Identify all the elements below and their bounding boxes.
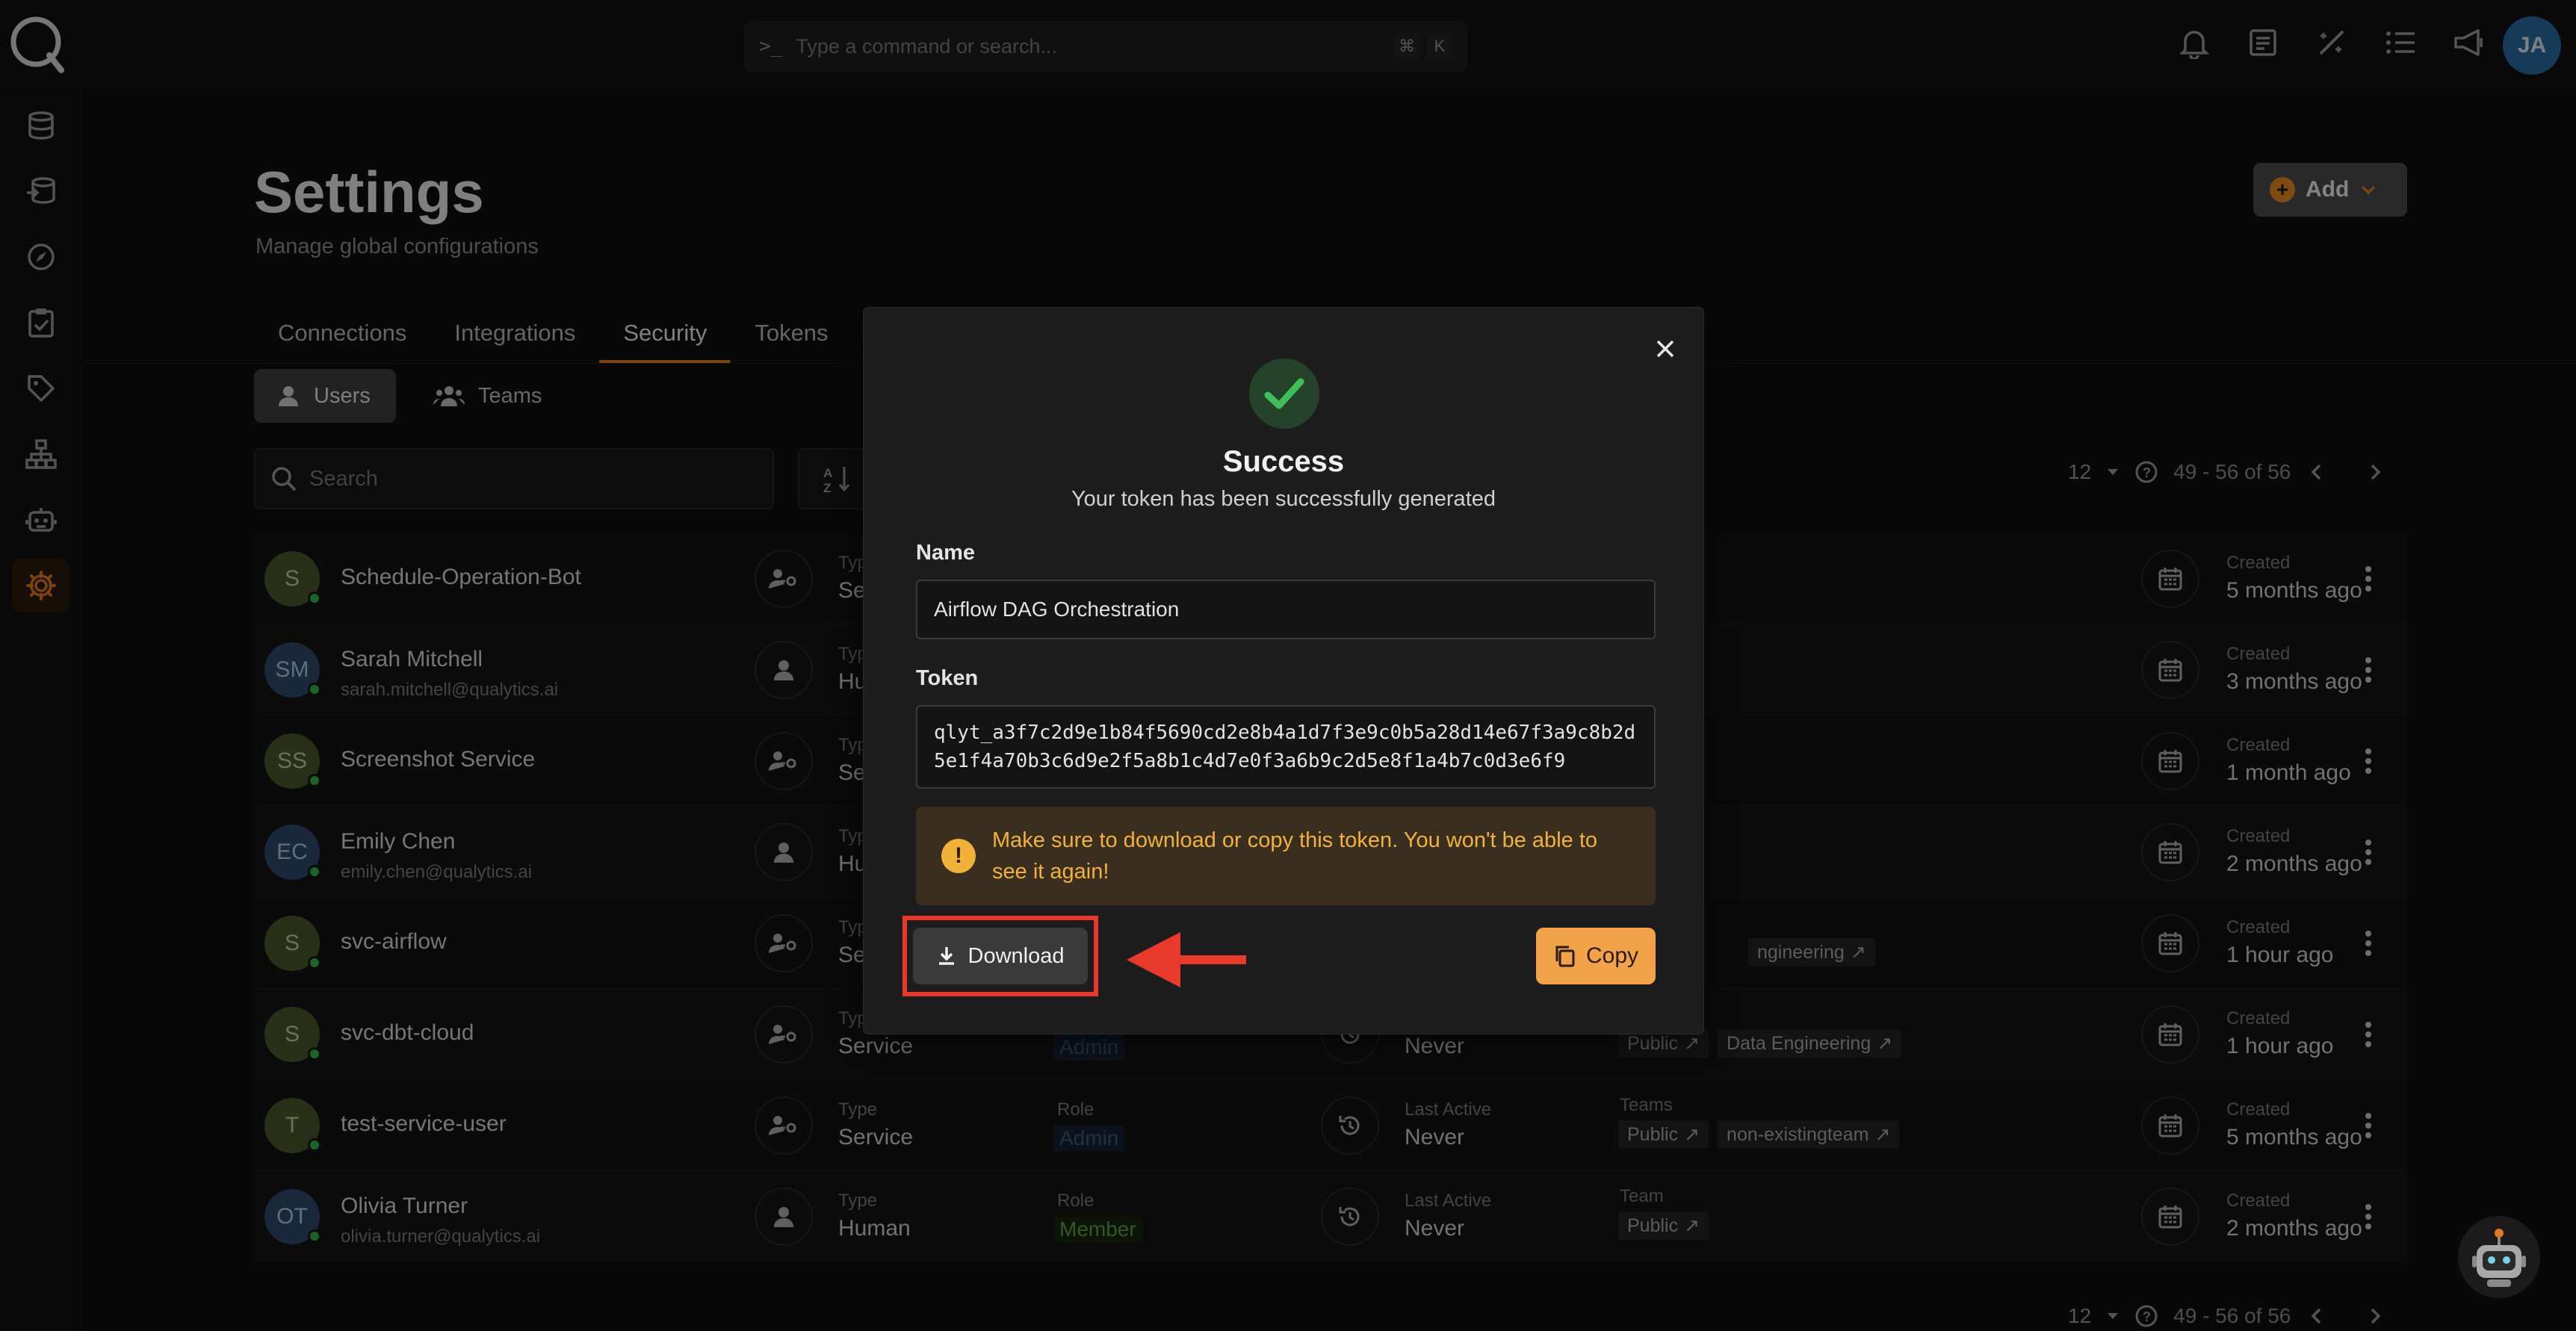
token-field[interactable]: qlyt_a3f7c2d9e1b84f5690cd2e8b4a1d7f3e9c0… bbox=[916, 705, 1656, 789]
name-label: Name bbox=[916, 541, 975, 565]
annotation-arrow-icon bbox=[1127, 932, 1246, 987]
warning-icon: ! bbox=[941, 839, 976, 873]
download-icon bbox=[938, 947, 954, 965]
token-label: Token bbox=[916, 666, 979, 690]
copy-button[interactable]: Copy bbox=[1536, 928, 1656, 984]
dialog-title: Success bbox=[1222, 445, 1345, 478]
token-success-dialog: Success Your token has been successfully… bbox=[864, 308, 1703, 1034]
assistant-bot-icon[interactable] bbox=[2458, 1216, 2540, 1298]
copy-label: Copy bbox=[1585, 943, 1639, 968]
name-field[interactable]: Airflow DAG Orchestration bbox=[916, 580, 1656, 639]
warning-text: Make sure to download or copy this token… bbox=[992, 828, 1598, 884]
check-icon bbox=[1249, 359, 1319, 429]
token-warning: ! Make sure to download or copy this tok… bbox=[916, 807, 1656, 905]
copy-icon bbox=[1555, 946, 1575, 967]
download-button[interactable]: Download bbox=[913, 928, 1088, 984]
close-icon[interactable] bbox=[1650, 333, 1681, 364]
dialog-subtitle: Your token has been successfully generat… bbox=[1071, 487, 1496, 511]
download-label: Download bbox=[967, 943, 1065, 968]
